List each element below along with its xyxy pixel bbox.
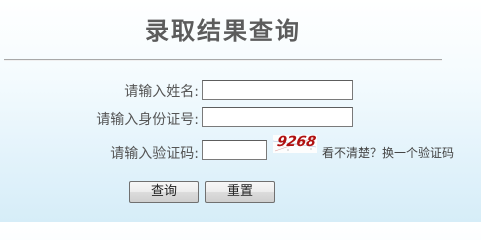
captcha-image[interactable]: 9268 bbox=[273, 135, 317, 153]
captcha-input[interactable] bbox=[202, 140, 267, 160]
name-input[interactable] bbox=[202, 80, 353, 100]
id-number-input[interactable] bbox=[202, 107, 353, 127]
page-title: 录取结果查询 bbox=[145, 16, 301, 45]
query-button[interactable]: 查询 bbox=[129, 181, 199, 203]
captcha-code: 9268 bbox=[275, 135, 317, 150]
name-label: 请输入姓名: bbox=[124, 84, 199, 100]
captcha-label: 请输入验证码: bbox=[110, 146, 199, 162]
reset-button[interactable]: 重置 bbox=[205, 181, 275, 203]
refresh-captcha-link[interactable]: 看不清楚？换一个验证码 bbox=[322, 144, 454, 161]
id-number-label: 请输入身份证号: bbox=[96, 112, 199, 128]
title-divider bbox=[4, 59, 442, 61]
